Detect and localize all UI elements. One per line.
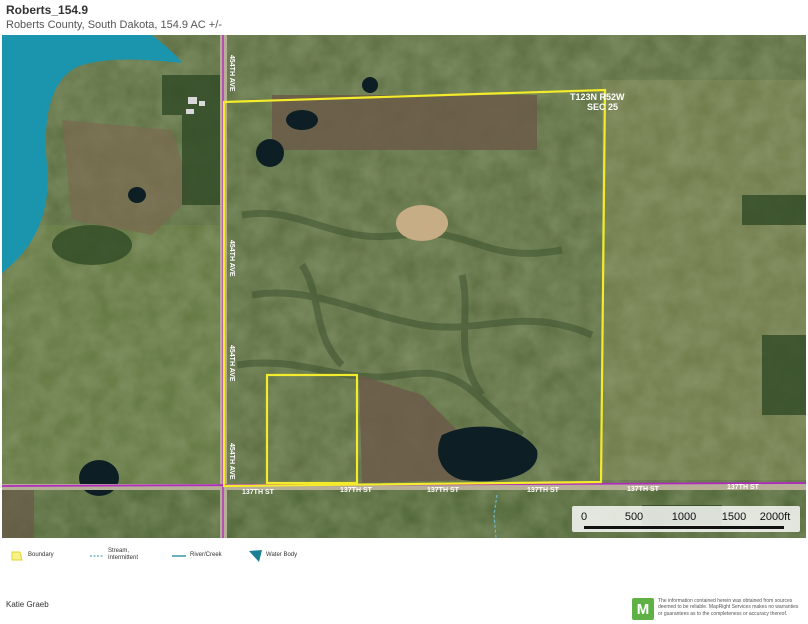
road-label-ave-1: 454TH AVE	[228, 55, 235, 92]
scale-bar-line	[584, 526, 784, 529]
scale-label-1000: 1000	[671, 511, 697, 523]
map-subtitle: Roberts County, South Dakota, 154.9 AC +…	[6, 19, 222, 31]
legend-item-boundary: Boundary	[10, 546, 54, 564]
road-label-st-3: 137TH ST	[427, 487, 460, 494]
road-label-ave-4: 454TH AVE	[228, 443, 235, 480]
legend-label: Stream, Intermittent	[108, 548, 139, 561]
scale-label-0: 0	[580, 511, 588, 523]
stream-intermittent-icon	[90, 549, 104, 561]
road-label-st-4: 137TH ST	[527, 487, 560, 494]
road-label-st-1: 137TH ST	[242, 489, 275, 496]
scale-label-2000: 2000ft	[759, 511, 791, 523]
scale-label-500: 500	[624, 511, 644, 523]
map-title: Roberts_154.9	[6, 3, 89, 17]
legend-label: Boundary	[28, 551, 54, 558]
plowed-field-sw	[2, 485, 34, 538]
section-label: SEC 25	[587, 102, 618, 112]
township-label: T123N R52W	[570, 92, 625, 102]
river-creek-icon	[172, 549, 186, 561]
road-label-st-2: 137TH ST	[340, 487, 373, 494]
road-label-ave-2: 454TH AVE	[228, 240, 235, 277]
legend-item-river: River/Creek	[172, 546, 222, 564]
scale-bar: 0 500 1000 1500 2000ft	[572, 506, 800, 532]
water-body-icon	[248, 549, 262, 562]
road-label-st-6: 137TH ST	[727, 484, 760, 491]
legend-label: River/Creek	[190, 551, 222, 558]
legend-item-water-body: Water Body	[248, 546, 297, 564]
map-legend: Boundary Stream, Intermittent River/Cree…	[10, 546, 710, 564]
scale-label-1500: 1500	[721, 511, 747, 523]
clearing-spot	[396, 205, 448, 241]
map-canvas[interactable]: T123N R52W SEC 25 454TH AVE 454TH AVE 45…	[2, 35, 806, 538]
satellite-map[interactable]: T123N R52W SEC 25 454TH AVE 454TH AVE 45…	[2, 35, 806, 538]
disclaimer-text: The information contained herein was obt…	[658, 598, 799, 617]
road-label-ave-3: 454TH AVE	[228, 345, 235, 382]
map-header: Roberts_154.9 Roberts County, South Dako…	[6, 3, 222, 32]
boundary-icon	[10, 549, 24, 561]
author-name: Katie Graeb	[6, 600, 49, 609]
legend-item-stream: Stream, Intermittent	[90, 546, 142, 564]
road-label-st-5: 137TH ST	[627, 486, 660, 493]
mapright-logo: M	[632, 598, 654, 620]
legend-label: Water Body	[266, 551, 298, 558]
